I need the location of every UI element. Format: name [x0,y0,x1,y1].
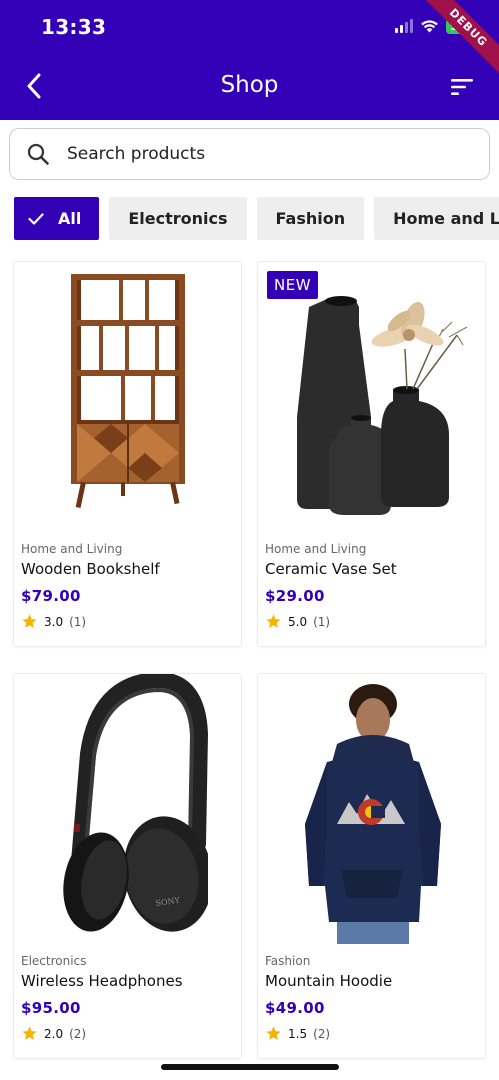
category-chip-label: Electronics [128,209,228,228]
category-chip-label: Fashion [275,209,346,228]
product-name: Wooden Bookshelf [21,560,160,578]
product-category: Home and Living [265,542,367,556]
category-chip-label: Home and Living [393,209,499,228]
category-filter-bar: All Electronics Fashion Home and Living [14,197,499,240]
product-image-bookshelf [14,262,241,532]
app-bar: 13:33 95 DEBUG Shop [0,0,499,120]
category-chip-label: All [58,209,82,228]
review-count: (1) [313,614,331,629]
sort-icon [451,79,473,95]
status-time: 13:33 [41,15,107,39]
search-input[interactable] [67,144,447,164]
product-name: Wireless Headphones [21,972,183,990]
product-price: $79.00 [21,587,81,605]
debug-banner: DEBUG [414,0,499,82]
product-category: Fashion [265,954,311,968]
product-card[interactable]: Fashion Mountain Hoodie $49.00 1.5 (2) [258,674,485,1058]
star-icon [266,614,281,628]
product-name: Ceramic Vase Set [265,560,397,578]
product-price: $95.00 [21,999,81,1017]
review-count: (1) [69,614,87,629]
wifi-icon [421,20,439,33]
product-category: Electronics [21,954,87,968]
product-rating: 1.5 (2) [265,1025,330,1042]
product-category: Home and Living [21,542,123,556]
rating-value: 5.0 [288,614,308,629]
category-chip-home-and-living[interactable]: Home and Living [374,197,499,240]
star-icon [22,614,37,628]
product-card[interactable]: NEW Home and Living Ceramic Vase Set $29… [258,262,485,646]
search-bar[interactable] [9,128,490,180]
rating-value: 3.0 [44,614,64,629]
product-price: $49.00 [265,999,325,1017]
product-image-hoodie [258,674,485,944]
product-rating: 2.0 (2) [21,1025,86,1042]
rating-value: 2.0 [44,1026,64,1041]
product-image-vase-set [258,262,485,532]
product-card[interactable]: SONY Electronics Wireless Headphones $95… [14,674,241,1058]
check-icon [28,212,44,225]
home-indicator[interactable] [161,1064,339,1070]
product-rating: 3.0 (1) [21,613,86,630]
product-image-headphones: SONY [14,674,241,944]
review-count: (2) [69,1026,87,1041]
category-chip-electronics[interactable]: Electronics [109,197,247,240]
product-card[interactable]: Home and Living Wooden Bookshelf $79.00 … [14,262,241,646]
new-badge: NEW [267,271,319,299]
star-icon [22,1026,37,1040]
star-icon [266,1026,281,1040]
sort-button[interactable] [447,72,477,102]
product-name: Mountain Hoodie [265,972,393,990]
product-price: $29.00 [265,587,325,605]
product-rating: 5.0 (1) [265,613,330,630]
category-chip-fashion[interactable]: Fashion [256,197,365,240]
page-title: Shop [220,72,279,98]
rating-value: 1.5 [288,1026,308,1041]
search-icon [27,143,49,165]
review-count: (2) [313,1026,331,1041]
category-chip-all[interactable]: All [14,197,100,240]
signal-icon [395,19,414,33]
